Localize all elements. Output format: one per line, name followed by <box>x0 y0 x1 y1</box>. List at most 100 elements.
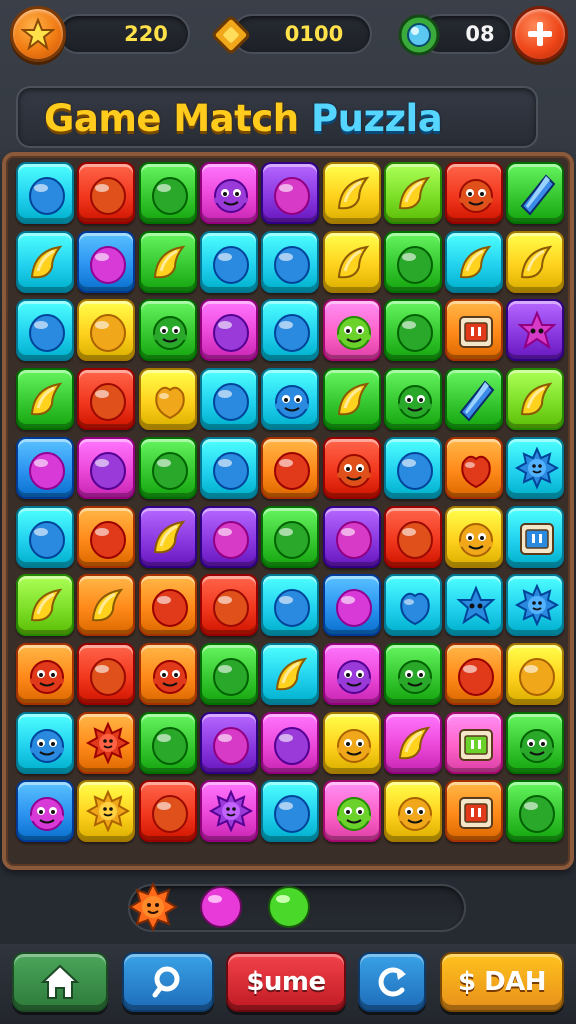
board-tile[interactable] <box>383 299 442 362</box>
board-tile[interactable] <box>77 642 136 705</box>
board-tile[interactable] <box>506 642 565 705</box>
star-button[interactable] <box>10 6 66 62</box>
board-tile[interactable] <box>199 780 258 843</box>
board-tile[interactable] <box>506 299 565 362</box>
board-tile[interactable] <box>506 711 565 774</box>
board-tile[interactable] <box>322 230 381 293</box>
board-tile[interactable] <box>199 711 258 774</box>
board-tile[interactable] <box>322 162 381 224</box>
board-tile[interactable] <box>16 505 74 568</box>
board-tile[interactable] <box>261 711 320 774</box>
board-tile[interactable] <box>16 162 74 224</box>
board-tile[interactable] <box>506 230 565 293</box>
board-tile[interactable] <box>77 505 136 568</box>
board-tile[interactable] <box>199 436 258 499</box>
board-tile[interactable] <box>383 230 442 293</box>
board-tile[interactable] <box>445 711 504 774</box>
green-orb-icon[interactable] <box>266 884 312 930</box>
board-tile[interactable] <box>322 780 381 843</box>
board-tile[interactable] <box>138 368 197 431</box>
board-tile[interactable] <box>445 162 504 224</box>
board-tile[interactable] <box>199 574 258 637</box>
home-button[interactable] <box>12 952 108 1012</box>
board-tile[interactable] <box>445 436 504 499</box>
board-tile[interactable] <box>261 230 320 293</box>
board-tile[interactable] <box>77 711 136 774</box>
board-tile[interactable] <box>138 711 197 774</box>
board-tile[interactable] <box>383 711 442 774</box>
add-currency-button[interactable] <box>512 6 568 62</box>
magenta-orb-icon[interactable] <box>198 884 244 930</box>
board-tile[interactable] <box>138 436 197 499</box>
board-tile[interactable] <box>16 780 74 843</box>
board-tile[interactable] <box>16 230 74 293</box>
search-button[interactable] <box>122 952 214 1012</box>
board-tile[interactable] <box>199 230 258 293</box>
board-tile[interactable] <box>383 368 442 431</box>
board-tile[interactable] <box>261 162 320 224</box>
board-tile[interactable] <box>261 368 320 431</box>
board-tile[interactable] <box>506 574 565 637</box>
board-tile[interactable] <box>322 299 381 362</box>
board-tile[interactable] <box>445 299 504 362</box>
board-tile[interactable] <box>322 574 381 637</box>
board-tile[interactable] <box>445 368 504 431</box>
board-tile[interactable] <box>383 574 442 637</box>
board-tile[interactable] <box>261 299 320 362</box>
board-tile[interactable] <box>199 299 258 362</box>
board-tile[interactable] <box>383 780 442 843</box>
board-tile[interactable] <box>77 574 136 637</box>
board-tile[interactable] <box>383 162 442 224</box>
board-tile[interactable] <box>445 574 504 637</box>
refresh-button[interactable] <box>358 952 426 1012</box>
board-tile[interactable] <box>506 162 565 224</box>
board-tile[interactable] <box>77 162 136 224</box>
resume-button[interactable]: $ume <box>226 952 346 1012</box>
board-tile[interactable] <box>138 642 197 705</box>
shop-button[interactable]: $ DAH <box>440 952 564 1012</box>
board-tile[interactable] <box>16 642 74 705</box>
board-tile[interactable] <box>16 368 74 431</box>
board-tile[interactable] <box>445 780 504 843</box>
board-tile[interactable] <box>322 711 381 774</box>
board-tile[interactable] <box>199 505 258 568</box>
board-tile[interactable] <box>322 368 381 431</box>
board-tile[interactable] <box>138 505 197 568</box>
board-tile[interactable] <box>138 230 197 293</box>
board-tile[interactable] <box>77 436 136 499</box>
board-tile[interactable] <box>77 368 136 431</box>
board-tile[interactable] <box>445 642 504 705</box>
board-tile[interactable] <box>16 711 74 774</box>
board-tile[interactable] <box>506 505 565 568</box>
board-tile[interactable] <box>261 780 320 843</box>
board-tile[interactable] <box>138 299 197 362</box>
board-tile[interactable] <box>383 505 442 568</box>
board-tile[interactable] <box>322 505 381 568</box>
board-tile[interactable] <box>138 574 197 637</box>
board-tile[interactable] <box>506 436 565 499</box>
board-tile[interactable] <box>445 230 504 293</box>
board-tile[interactable] <box>16 299 74 362</box>
board-tile[interactable] <box>261 505 320 568</box>
board-tile[interactable] <box>199 368 258 431</box>
board-tile[interactable] <box>199 162 258 224</box>
board-tile[interactable] <box>322 642 381 705</box>
board-tile[interactable] <box>506 780 565 843</box>
board-tile[interactable] <box>77 299 136 362</box>
board-tile[interactable] <box>506 368 565 431</box>
board-tile[interactable] <box>138 162 197 224</box>
board-tile[interactable] <box>199 642 258 705</box>
board-tile[interactable] <box>261 642 320 705</box>
board-tile[interactable] <box>445 505 504 568</box>
board-tile[interactable] <box>322 436 381 499</box>
board-tile[interactable] <box>138 780 197 843</box>
board-tile[interactable] <box>383 642 442 705</box>
board-tile[interactable] <box>77 780 136 843</box>
board-tile[interactable] <box>16 574 74 637</box>
board-tile[interactable] <box>77 230 136 293</box>
board-tile[interactable] <box>261 436 320 499</box>
board-tile[interactable] <box>383 436 442 499</box>
board-tile[interactable] <box>261 574 320 637</box>
board-tile[interactable] <box>16 436 74 499</box>
sun-icon[interactable] <box>128 881 178 933</box>
